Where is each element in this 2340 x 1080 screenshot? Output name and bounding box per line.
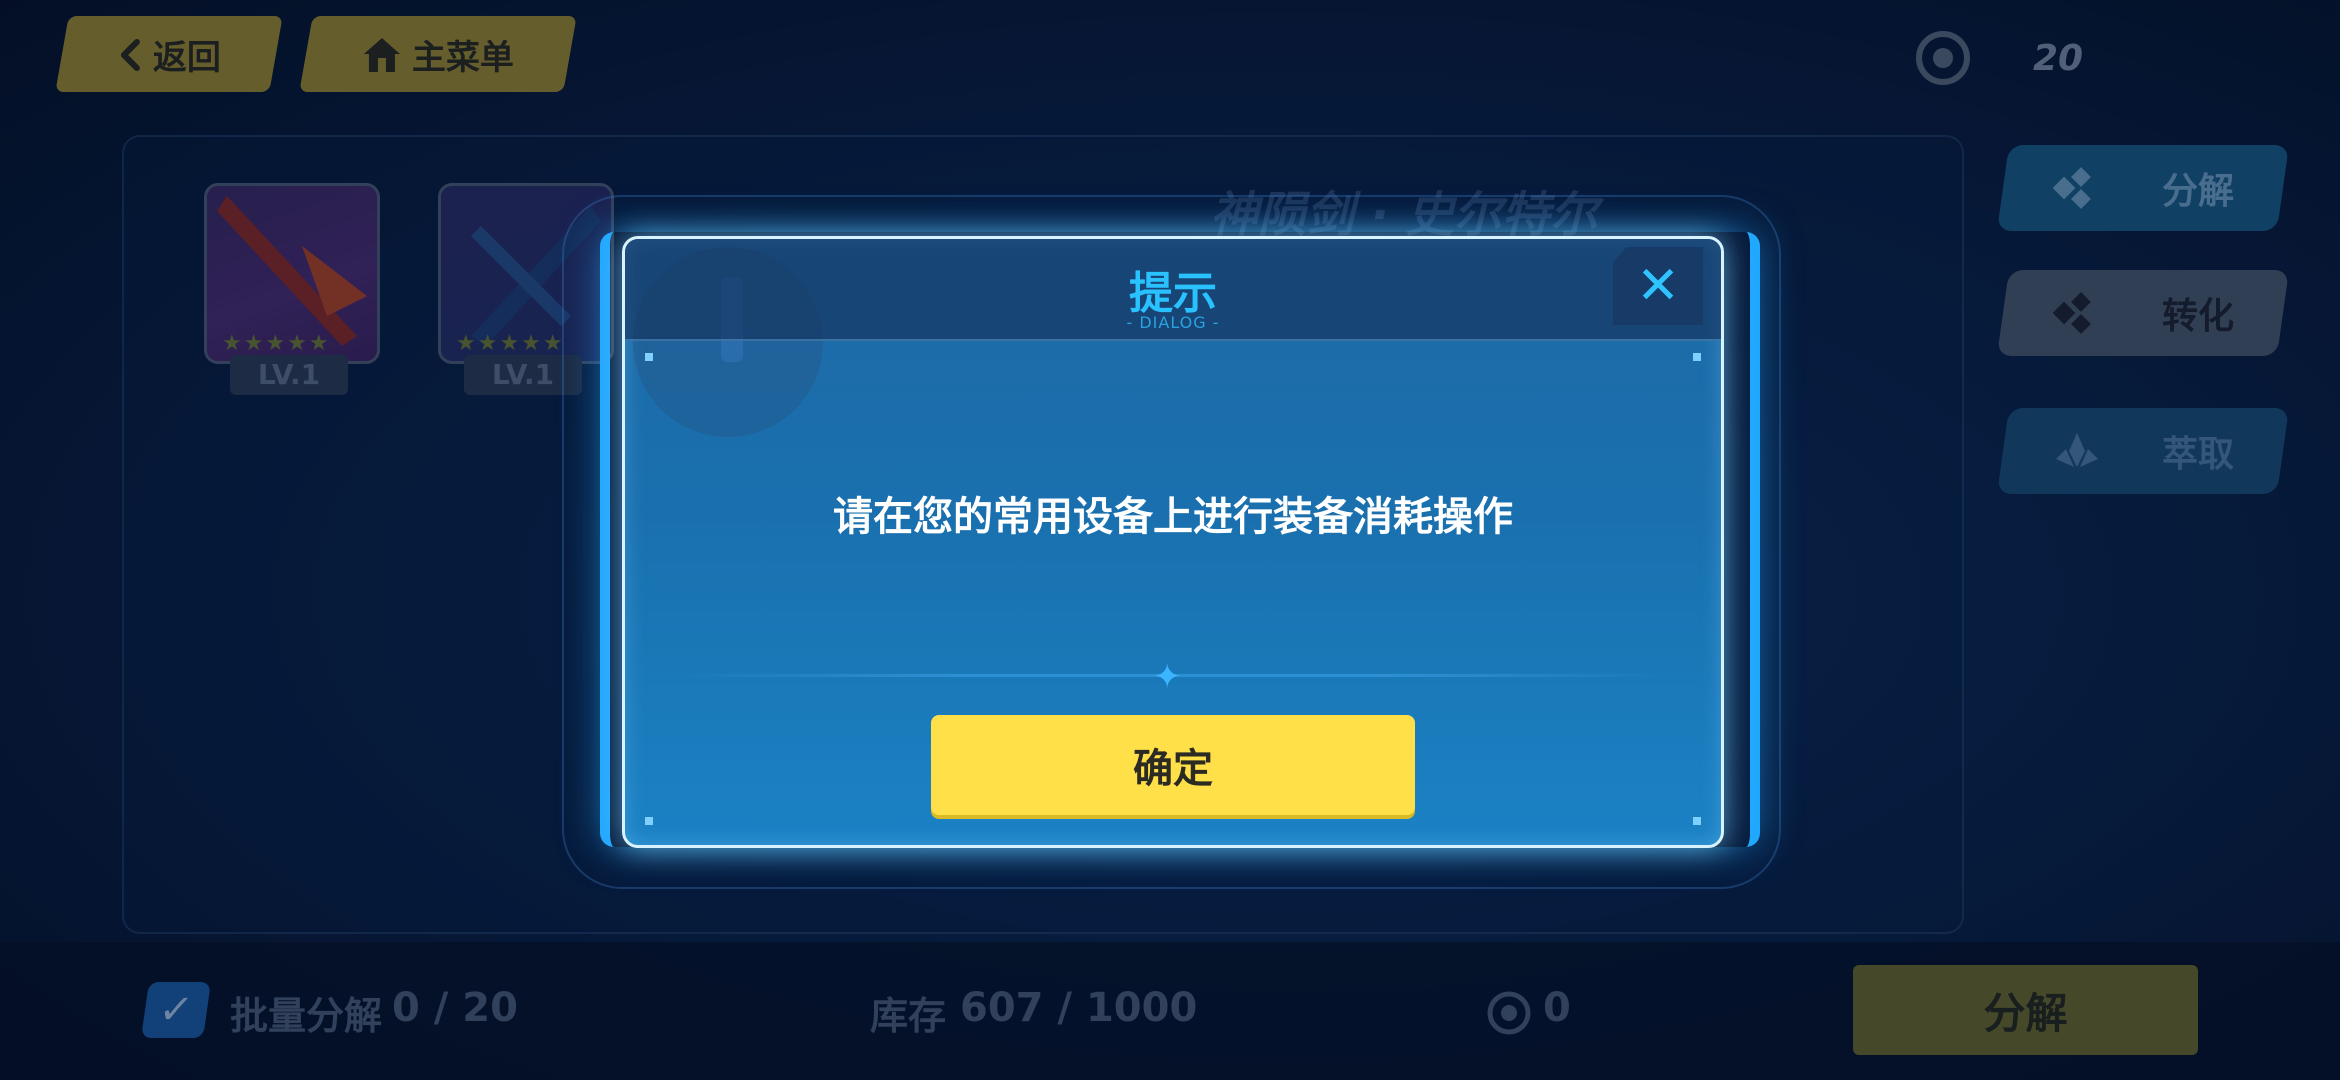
corner-dot: [1693, 353, 1701, 361]
dialog-title: 提示: [1129, 268, 1217, 319]
sparkle-icon: ✦: [1153, 657, 1182, 697]
dialog-message: 请在您的常用设备上进行装备消耗操作: [833, 494, 1513, 540]
confirm-button[interactable]: 确定: [931, 715, 1415, 815]
corner-dot: [645, 353, 653, 361]
corner-dot: [1693, 817, 1701, 825]
close-button[interactable]: ✕: [1613, 247, 1703, 325]
close-icon: ✕: [1636, 256, 1680, 316]
dialog-subtitle: - DIALOG -: [1126, 313, 1220, 332]
corner-dot: [645, 817, 653, 825]
prompt-dialog: 提示 - DIALOG - ✕ 请在您的常用设备上进行装备消耗操作 ✦ 确定: [622, 236, 1724, 848]
